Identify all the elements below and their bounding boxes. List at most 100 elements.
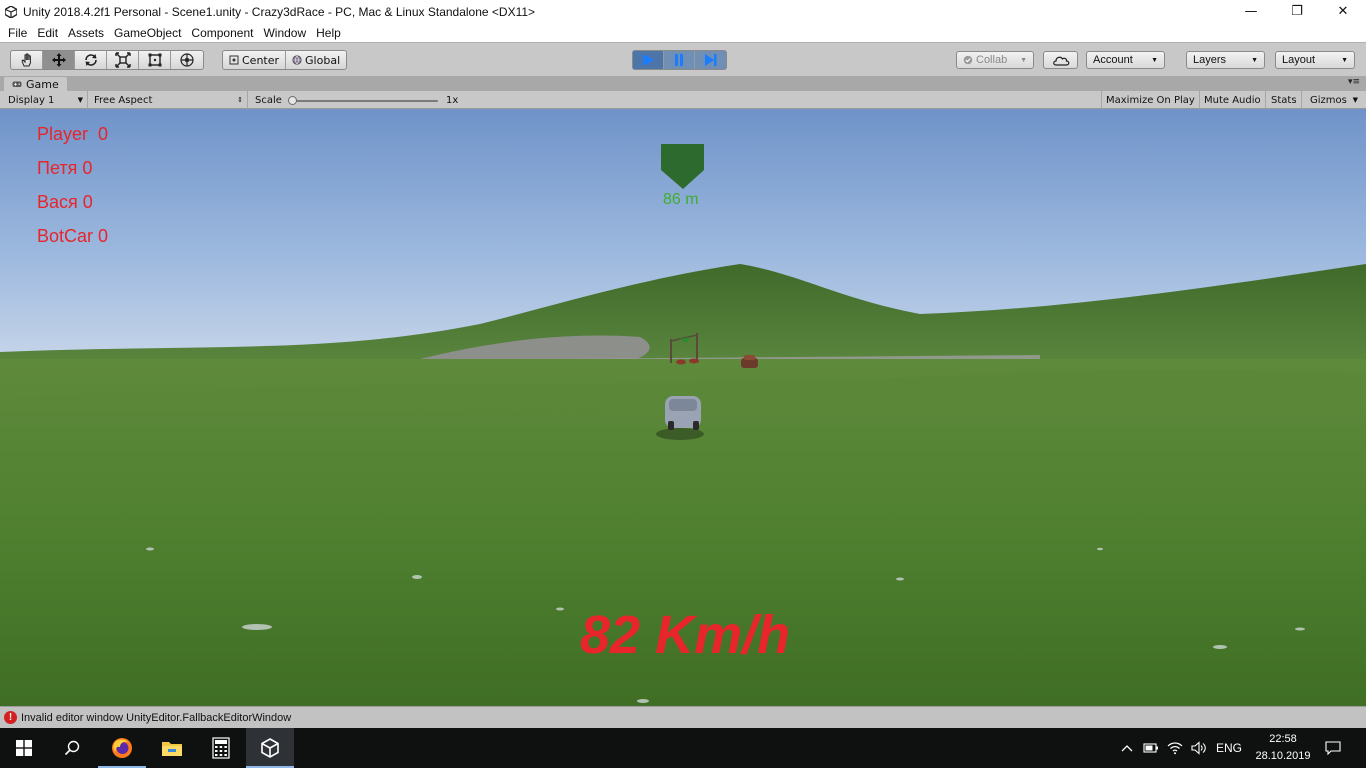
game-viewport[interactable]: Player 0 Петя 0 Вася 0 BotCar 0 86 m 82 … bbox=[0, 109, 1366, 706]
close-button[interactable]: ✕ bbox=[1320, 0, 1366, 23]
play-icon bbox=[643, 54, 654, 66]
stats-label: Stats bbox=[1271, 94, 1297, 106]
layout-label: Layout bbox=[1282, 54, 1316, 66]
pivot-global-label: Global bbox=[305, 53, 341, 67]
taskbar-file-explorer[interactable] bbox=[148, 728, 196, 768]
hand-tool-button[interactable] bbox=[11, 51, 43, 69]
status-message: Invalid editor window UnityEditor.Fallba… bbox=[21, 711, 292, 724]
hand-tool-icon bbox=[20, 53, 31, 67]
menu-gameobject[interactable]: GameObject bbox=[109, 26, 186, 40]
check-icon bbox=[963, 55, 973, 65]
mute-audio-toggle[interactable]: Mute Audio bbox=[1200, 91, 1266, 109]
transform-tool-icon bbox=[180, 53, 194, 67]
score-vasya: Вася 0 bbox=[37, 192, 93, 212]
transform-tools bbox=[10, 50, 204, 70]
step-button[interactable] bbox=[695, 51, 726, 69]
action-center-button[interactable] bbox=[1318, 728, 1348, 768]
scale-tool-icon bbox=[114, 52, 131, 68]
tray-clock[interactable]: 22:58 28.10.2019 bbox=[1248, 731, 1318, 765]
scale-value: 1x bbox=[446, 94, 459, 106]
maximize-on-play-toggle[interactable]: Maximize On Play bbox=[1101, 91, 1200, 109]
pause-icon bbox=[675, 54, 683, 66]
aspect-dropdown[interactable]: Free Aspect ⇕ bbox=[90, 91, 248, 109]
tab-menu-icon[interactable]: ▾≡ bbox=[1348, 77, 1360, 87]
chevron-down-icon: ▼ bbox=[1341, 56, 1348, 64]
main-toolbar: Center Global Collab ▼ Account ▼ Layers bbox=[0, 42, 1366, 76]
taskbar-calculator[interactable] bbox=[197, 728, 245, 768]
menu-assets[interactable]: Assets bbox=[63, 26, 109, 40]
chevron-down-icon: ▼ bbox=[1151, 56, 1158, 64]
waypoint-distance: 86 m bbox=[663, 191, 699, 208]
chevron-down-icon: ▼ bbox=[1251, 56, 1258, 64]
chevron-up-icon bbox=[1121, 745, 1133, 752]
score-petya: Петя 0 bbox=[37, 158, 93, 178]
layers-dropdown[interactable]: Layers ▼ bbox=[1186, 51, 1265, 69]
display-dropdown[interactable]: Display 1 ▼ bbox=[4, 91, 88, 109]
clock-time: 22:58 bbox=[1269, 733, 1297, 745]
tray-wifi-icon[interactable] bbox=[1164, 728, 1186, 768]
scale-slider-track[interactable] bbox=[292, 100, 438, 102]
pivot-global-button[interactable]: Global bbox=[286, 51, 346, 69]
unity-logo-icon bbox=[5, 5, 17, 18]
game-controller-icon bbox=[12, 81, 22, 87]
minimize-button[interactable]: — bbox=[1228, 0, 1274, 23]
search-button[interactable] bbox=[48, 728, 96, 768]
pause-button[interactable] bbox=[664, 51, 695, 69]
menu-help[interactable]: Help bbox=[311, 26, 346, 40]
play-button[interactable] bbox=[633, 51, 664, 69]
scale-tool-button[interactable] bbox=[107, 51, 139, 69]
collab-dropdown[interactable]: Collab ▼ bbox=[956, 51, 1034, 69]
rect-tool-button[interactable] bbox=[139, 51, 171, 69]
rotate-tool-icon bbox=[84, 54, 97, 66]
menu-bar: File Edit Assets GameObject Component Wi… bbox=[0, 23, 1366, 42]
tab-game-label: Game bbox=[26, 77, 59, 91]
pivot-controls: Center Global bbox=[222, 50, 348, 70]
cloud-button[interactable] bbox=[1043, 51, 1078, 69]
game-view-controls: Display 1 ▼ Free Aspect ⇕ Scale 1x Maxim… bbox=[0, 91, 1366, 109]
speedometer: 82 Km/h bbox=[580, 605, 791, 665]
gizmos-dropdown[interactable]: Gizmos ▼ bbox=[1306, 91, 1362, 109]
tray-language[interactable]: ENG bbox=[1212, 728, 1246, 768]
windows-logo-icon bbox=[16, 740, 32, 756]
mute-audio-label: Mute Audio bbox=[1204, 94, 1261, 106]
display-label: Display 1 bbox=[8, 94, 55, 106]
account-dropdown[interactable]: Account ▼ bbox=[1086, 51, 1165, 69]
rotate-tool-button[interactable] bbox=[75, 51, 107, 69]
scale-label: Scale bbox=[255, 94, 282, 106]
chevron-updown-icon: ⇕ bbox=[237, 96, 243, 104]
battery-icon bbox=[1143, 743, 1158, 753]
maximize-button[interactable]: ❐ bbox=[1274, 0, 1320, 23]
globe-icon bbox=[292, 55, 302, 65]
notification-icon bbox=[1325, 741, 1341, 755]
pivot-center-button[interactable]: Center bbox=[223, 51, 287, 69]
tray-volume-icon[interactable] bbox=[1188, 728, 1210, 768]
tray-expand-icon[interactable] bbox=[1116, 728, 1138, 768]
step-icon bbox=[704, 54, 716, 66]
transform-tool-button[interactable] bbox=[171, 51, 203, 69]
start-button[interactable] bbox=[0, 728, 48, 768]
firefox-icon bbox=[112, 738, 132, 758]
gizmos-label: Gizmos bbox=[1310, 94, 1347, 106]
tray-battery-icon[interactable] bbox=[1140, 728, 1162, 768]
menu-window[interactable]: Window bbox=[258, 26, 311, 40]
pivot-center-label: Center bbox=[242, 53, 280, 67]
menu-edit[interactable]: Edit bbox=[32, 26, 63, 40]
layers-label: Layers bbox=[1193, 54, 1227, 66]
taskbar-unity[interactable] bbox=[246, 728, 294, 768]
layout-dropdown[interactable]: Layout ▼ bbox=[1275, 51, 1355, 69]
menu-file[interactable]: File bbox=[3, 26, 32, 40]
taskbar-firefox[interactable] bbox=[98, 728, 146, 768]
calculator-icon bbox=[212, 737, 230, 759]
move-tool-button[interactable] bbox=[43, 51, 75, 69]
tab-game[interactable]: Game bbox=[4, 77, 67, 91]
clock-date: 28.10.2019 bbox=[1255, 750, 1311, 762]
account-label: Account bbox=[1093, 54, 1133, 66]
volume-icon bbox=[1191, 741, 1206, 755]
stats-toggle[interactable]: Stats bbox=[1267, 91, 1302, 109]
scale-slider-thumb[interactable] bbox=[288, 96, 297, 105]
window-title: Unity 2018.4.2f1 Personal - Scene1.unity… bbox=[23, 4, 536, 19]
menu-component[interactable]: Component bbox=[186, 26, 258, 40]
score-player: Player 0 bbox=[37, 124, 109, 144]
cloud-icon bbox=[1052, 56, 1069, 66]
console-status-bar[interactable]: ! Invalid editor window UnityEditor.Fall… bbox=[0, 706, 1366, 728]
